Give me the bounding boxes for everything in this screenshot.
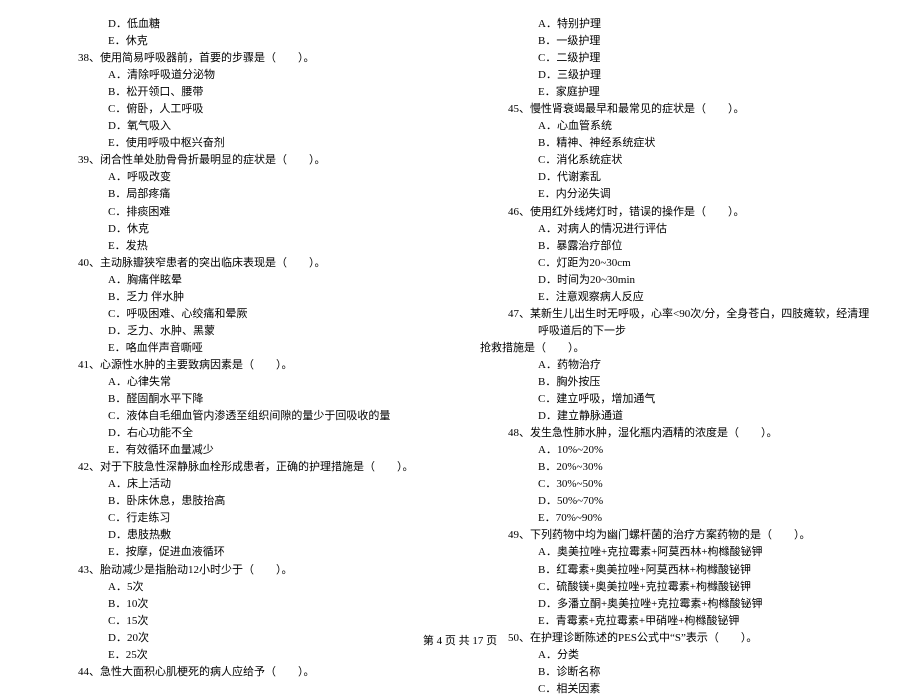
option: E．有效循环血量减少: [50, 442, 440, 459]
option: E．按摩，促进血液循环: [50, 544, 440, 561]
option: B．醛固酮水平下降: [50, 391, 440, 408]
option: B．局部疼痛: [50, 186, 440, 203]
option: A．对病人的情况进行评估: [480, 221, 870, 238]
option: D．50%~70%: [480, 493, 870, 510]
option: E．发热: [50, 238, 440, 255]
option: E．青霉素+克拉霉素+甲硝唑+枸橼酸铋钾: [480, 613, 870, 630]
option: C．相关因素: [480, 681, 870, 698]
question-47: 47、某新生儿出生时无呼吸，心率<90次/分，全身苍白，四肢瘫软，经清理呼吸道后…: [508, 306, 870, 340]
option: C．硫酸镁+奥美拉唑+克拉霉素+枸橼酸铋钾: [480, 579, 870, 596]
option: D．右心功能不全: [50, 425, 440, 442]
question-38: 38、使用简易呼吸器前，首要的步骤是（ ）。: [78, 50, 440, 67]
option: E．咯血伴声音嘶哑: [50, 340, 440, 357]
option: E．注意观察病人反应: [480, 289, 870, 306]
option: B．10次: [50, 596, 440, 613]
option: E．25次: [50, 647, 440, 664]
option: A．奥美拉唑+克拉霉素+阿莫西林+枸橼酸铋钾: [480, 544, 870, 561]
option: D．乏力、水肿、黑蒙: [50, 323, 440, 340]
page: D．低血糖 E．休克 38、使用简易呼吸器前，首要的步骤是（ ）。 A．清除呼吸…: [0, 0, 920, 626]
option: C．二级护理: [480, 50, 870, 67]
option: A．胸痛伴眩晕: [50, 272, 440, 289]
option: D．建立静脉通道: [480, 408, 870, 425]
question-43: 43、胎动减少是指胎动12小时少于（ ）。: [78, 562, 440, 579]
option: C．液体自毛细血管内渗透至组织间隙的量少于回吸收的量: [50, 408, 440, 425]
option: E．使用呼吸中枢兴奋剂: [50, 135, 440, 152]
option: C．呼吸困难、心绞痛和晕厥: [50, 306, 440, 323]
option: B．乏力 伴水肿: [50, 289, 440, 306]
option: A．药物治疗: [480, 357, 870, 374]
option: B．诊断名称: [480, 664, 870, 681]
question-44: 44、急性大面积心肌梗死的病人应给予（ ）。: [78, 664, 440, 681]
option: E．内分泌失调: [480, 186, 870, 203]
option: C．建立呼吸，增加通气: [480, 391, 870, 408]
question-40: 40、主动脉瓣狭窄患者的突出临床表现是（ ）。: [78, 255, 440, 272]
option: A．呼吸改变: [50, 169, 440, 186]
option: E．70%~90%: [480, 510, 870, 527]
option: D．三级护理: [480, 67, 870, 84]
option: A．心血管系统: [480, 118, 870, 135]
option: A．分类: [480, 647, 870, 664]
option: C．行走练习: [50, 510, 440, 527]
option: D．休克: [50, 221, 440, 238]
option: C．俯卧，人工呼吸: [50, 101, 440, 118]
option: E．家庭护理: [480, 84, 870, 101]
question-41: 41、心源性水肿的主要致病因素是（ ）。: [78, 357, 440, 374]
option: A．床上活动: [50, 476, 440, 493]
option: C．15次: [50, 613, 440, 630]
option: D．20次: [50, 630, 440, 647]
option: B．松开领口、腰带: [50, 84, 440, 101]
option: B．20%~30%: [480, 459, 870, 476]
option: B．红霉素+奥美拉唑+阿莫西林+枸橼酸铋钾: [480, 562, 870, 579]
question-47-cont: 抢救措施是（ ）。: [480, 340, 870, 357]
option: A．心律失常: [50, 374, 440, 391]
question-45: 45、慢性肾衰竭最早和最常见的症状是（ ）。: [508, 101, 870, 118]
right-column: A．特别护理 B．一级护理 C．二级护理 D．三级护理 E．家庭护理 45、慢性…: [460, 16, 870, 626]
option: B．精神、神经系统症状: [480, 135, 870, 152]
option: D．时间为20~30min: [480, 272, 870, 289]
option: C．消化系统症状: [480, 152, 870, 169]
question-50: 50、在护理诊断陈述的PES公式中“S”表示（ ）。: [508, 630, 870, 647]
option: A．10%~20%: [480, 442, 870, 459]
left-column: D．低血糖 E．休克 38、使用简易呼吸器前，首要的步骤是（ ）。 A．清除呼吸…: [50, 16, 460, 626]
option: E．休克: [50, 33, 440, 50]
option: A．特别护理: [480, 16, 870, 33]
option: D．多潘立酮+奥美拉唑+克拉霉素+枸橼酸铋钾: [480, 596, 870, 613]
question-42: 42、对于下肢急性深静脉血栓形成患者，正确的护理措施是（ ）。: [78, 459, 440, 476]
option: D．氧气吸入: [50, 118, 440, 135]
question-49: 49、下列药物中均为幽门螺杆菌的治疗方案药物的是（ ）。: [508, 527, 870, 544]
question-39: 39、闭合性单处肋骨骨折最明显的症状是（ ）。: [78, 152, 440, 169]
question-46: 46、使用红外线烤灯时，错误的操作是（ ）。: [508, 204, 870, 221]
option: C．排痰困难: [50, 204, 440, 221]
option: D．患肢热敷: [50, 527, 440, 544]
option: B．一级护理: [480, 33, 870, 50]
question-48: 48、发生急性肺水肿，湿化瓶内酒精的浓度是（ ）。: [508, 425, 870, 442]
option: B．卧床休息，患肢抬高: [50, 493, 440, 510]
option: C．灯距为20~30cm: [480, 255, 870, 272]
option: A．5次: [50, 579, 440, 596]
option: D．代谢紊乱: [480, 169, 870, 186]
option: B．胸外按压: [480, 374, 870, 391]
option: D．低血糖: [50, 16, 440, 33]
option: B．暴露治疗部位: [480, 238, 870, 255]
option: C．30%~50%: [480, 476, 870, 493]
option: A．清除呼吸道分泌物: [50, 67, 440, 84]
